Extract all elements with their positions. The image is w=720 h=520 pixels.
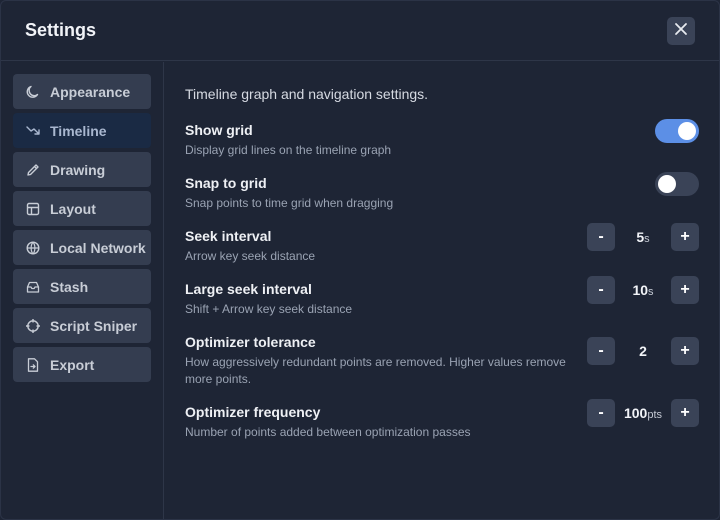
file-export-icon bbox=[25, 357, 41, 373]
globe-icon bbox=[25, 240, 41, 256]
dialog-header: Settings bbox=[1, 1, 719, 61]
settings-dialog: Settings Appearance Timeline Drawing Lay… bbox=[0, 0, 720, 520]
sidebar-item-local-network[interactable]: Local Network bbox=[13, 230, 151, 265]
sidebar: Appearance Timeline Drawing Layout Local… bbox=[1, 62, 164, 519]
value-unit: s bbox=[648, 286, 654, 298]
panel-description: Timeline graph and navigation settings. bbox=[185, 86, 429, 102]
sidebar-item-export[interactable]: Export bbox=[13, 347, 151, 382]
increment-button[interactable]: + bbox=[671, 399, 699, 427]
sidebar-item-script-sniper[interactable]: Script Sniper bbox=[13, 308, 151, 343]
large-seek-interval-stepper: - 10s + bbox=[587, 276, 699, 304]
setting-seek-interval: Seek interval Arrow key seek distance - … bbox=[185, 223, 699, 265]
optimizer-frequency-stepper: - 100pts + bbox=[587, 399, 699, 427]
value-unit: s bbox=[644, 233, 650, 245]
sidebar-item-label: Drawing bbox=[50, 161, 106, 178]
stepper-value: 5s bbox=[615, 229, 671, 245]
crosshair-icon bbox=[25, 318, 41, 334]
sidebar-item-label: Export bbox=[50, 356, 95, 373]
sidebar-item-stash[interactable]: Stash bbox=[13, 269, 151, 304]
setting-description: Snap points to time grid when dragging bbox=[185, 196, 394, 210]
value-number: 5 bbox=[636, 229, 645, 245]
setting-optimizer-frequency: Optimizer frequency Number of points add… bbox=[185, 399, 699, 441]
sidebar-item-label: Local Network bbox=[50, 239, 146, 256]
dialog-title: Settings bbox=[25, 20, 97, 40]
setting-snap-to-grid: Snap to grid Snap points to time grid wh… bbox=[185, 172, 699, 212]
value-number: 10 bbox=[632, 282, 649, 298]
settings-panel: Timeline graph and navigation settings. … bbox=[185, 62, 699, 441]
show-grid-toggle[interactable] bbox=[655, 119, 699, 143]
setting-large-seek-interval: Large seek interval Shift + Arrow key se… bbox=[185, 276, 699, 318]
decrement-button[interactable]: - bbox=[587, 276, 615, 304]
increment-button[interactable]: + bbox=[671, 337, 699, 365]
sidebar-item-label: Appearance bbox=[50, 83, 131, 100]
archive-icon bbox=[25, 279, 41, 295]
seek-interval-stepper: - 5s + bbox=[587, 223, 699, 251]
value-number: 2 bbox=[639, 343, 647, 359]
trending-down-icon bbox=[25, 123, 41, 139]
stepper-value: 10s bbox=[615, 282, 671, 298]
decrement-button[interactable]: - bbox=[587, 223, 615, 251]
layout-icon bbox=[25, 201, 41, 217]
value-unit: pts bbox=[647, 409, 663, 421]
increment-button[interactable]: + bbox=[671, 276, 699, 304]
sidebar-item-label: Stash bbox=[50, 278, 89, 295]
moon-icon bbox=[25, 84, 41, 100]
snap-to-grid-toggle[interactable] bbox=[655, 172, 699, 196]
close-button[interactable] bbox=[667, 17, 695, 45]
sidebar-item-timeline[interactable]: Timeline bbox=[13, 113, 151, 148]
setting-label: Snap to grid bbox=[185, 175, 267, 191]
value-number: 100 bbox=[623, 405, 648, 421]
stepper-value: 2 bbox=[615, 343, 671, 359]
toggle-knob bbox=[658, 175, 676, 193]
setting-description: Display grid lines on the timeline graph bbox=[185, 143, 392, 157]
pencil-icon bbox=[25, 162, 41, 178]
setting-description: How aggressively redundant points are re… bbox=[185, 355, 566, 386]
sidebar-item-label: Script Sniper bbox=[50, 317, 138, 334]
sidebar-item-appearance[interactable]: Appearance bbox=[13, 74, 151, 109]
increment-button[interactable]: + bbox=[671, 223, 699, 251]
decrement-button[interactable]: - bbox=[587, 337, 615, 365]
setting-label: Show grid bbox=[185, 122, 253, 138]
sidebar-item-drawing[interactable]: Drawing bbox=[13, 152, 151, 187]
setting-optimizer-tolerance: Optimizer tolerance How aggressively red… bbox=[185, 334, 699, 388]
optimizer-tolerance-stepper: - 2 + bbox=[587, 337, 699, 365]
toggle-knob bbox=[678, 122, 696, 140]
stepper-value: 100pts bbox=[615, 405, 671, 421]
setting-show-grid: Show grid Display grid lines on the time… bbox=[185, 119, 699, 159]
sidebar-item-label: Timeline bbox=[50, 122, 107, 139]
sidebar-item-label: Layout bbox=[50, 200, 96, 217]
sidebar-item-layout[interactable]: Layout bbox=[13, 191, 151, 226]
decrement-button[interactable]: - bbox=[587, 399, 615, 427]
close-icon bbox=[674, 22, 688, 41]
